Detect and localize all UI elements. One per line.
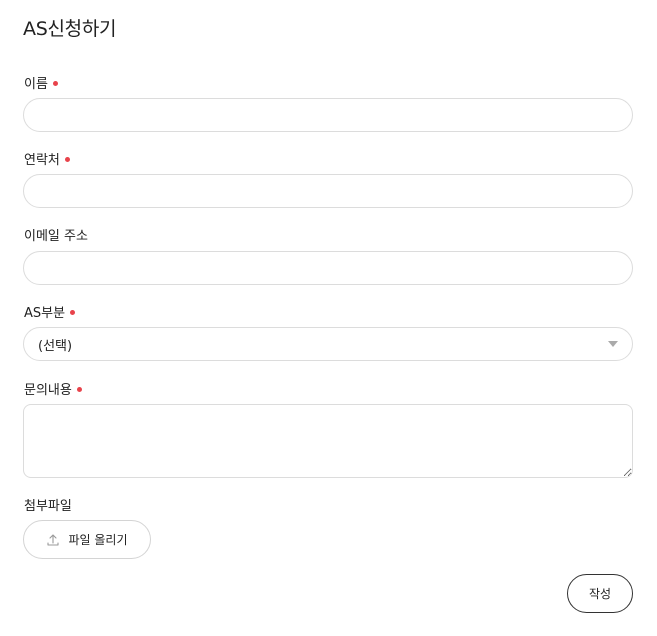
inquiry-textarea[interactable] xyxy=(23,404,633,478)
as-part-select[interactable]: (선택) xyxy=(23,327,633,361)
required-dot xyxy=(76,386,82,392)
contact-label-text: 연락처 xyxy=(24,153,60,168)
attachment-label: 첨부파일 xyxy=(24,495,72,514)
required-dot xyxy=(64,156,70,162)
name-label: 이름 xyxy=(24,73,58,92)
name-input[interactable] xyxy=(23,98,633,132)
page-title: AS신청하기 xyxy=(23,18,117,40)
contact-label: 연락처 xyxy=(24,149,70,168)
email-input[interactable] xyxy=(23,251,633,285)
email-label-text: 이메일 주소 xyxy=(24,229,88,244)
upload-button-label: 파일 올리기 xyxy=(68,533,128,547)
upload-file-button[interactable]: 파일 올리기 xyxy=(23,520,151,559)
name-label-text: 이름 xyxy=(24,77,48,92)
required-dot xyxy=(70,309,76,315)
inquiry-label: 문의내용 xyxy=(24,379,82,398)
as-part-label-text: AS부분 xyxy=(24,306,66,321)
inquiry-label-text: 문의내용 xyxy=(24,383,72,398)
attachment-label-text: 첨부파일 xyxy=(24,499,72,514)
as-part-label: AS부분 xyxy=(24,302,76,321)
contact-input[interactable] xyxy=(23,174,633,208)
as-part-selected-value: (선택) xyxy=(38,338,73,354)
required-dot xyxy=(52,80,58,86)
email-label: 이메일 주소 xyxy=(24,225,88,244)
upload-icon xyxy=(47,533,60,546)
chevron-down-icon xyxy=(608,341,618,347)
submit-button[interactable]: 작성 xyxy=(567,574,633,613)
